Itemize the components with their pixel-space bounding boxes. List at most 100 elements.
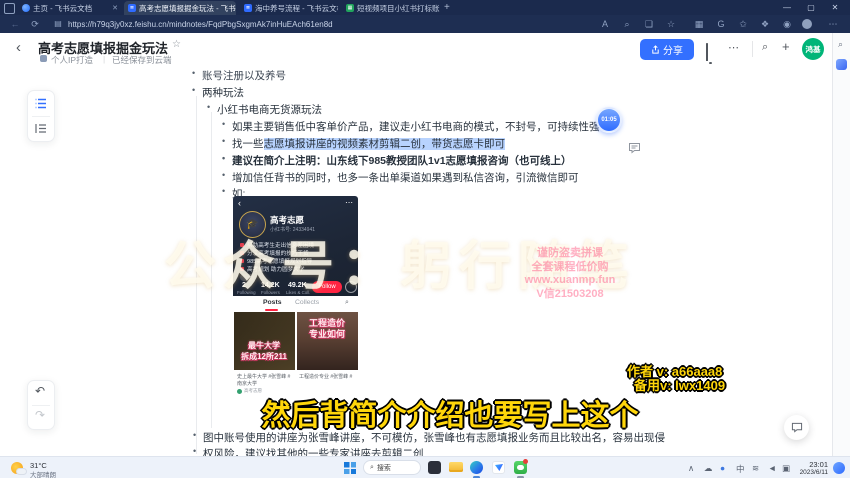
start-button[interactable] [344, 462, 356, 474]
share-button[interactable]: 分享 [640, 39, 694, 60]
clock-time[interactable]: 23:01 [798, 460, 828, 469]
stat-value: 14.2K [261, 282, 280, 289]
outline-tool-card [27, 90, 55, 142]
tray-app-icon[interactable]: ● [720, 463, 725, 473]
outline-item[interactable]: 增加信任背书的同时，也多一条出单渠道如果遇到私信咨询，引流微信即可 [232, 170, 579, 185]
doc-back-icon[interactable]: ‹ [16, 39, 21, 56]
sidebar-search-icon[interactable]: ⌕ [838, 39, 843, 50]
taskbar-weather-desc[interactable]: 大部晴朗 [30, 469, 56, 478]
read-aloud-icon[interactable]: A [598, 15, 612, 33]
indent-structure-icon[interactable] [35, 123, 47, 134]
create-new-icon[interactable]: + [782, 39, 790, 54]
tray-chevron-icon[interactable]: ∧ [688, 463, 694, 474]
page-info-icon[interactable]: ▤ [52, 15, 64, 33]
indent-guide [196, 96, 197, 454]
chat-app-icon[interactable] [514, 461, 527, 474]
tab-home[interactable]: 主页 - 飞书云文档 ✕ [18, 1, 122, 15]
notification-center-icon[interactable] [833, 462, 845, 474]
window-close-button[interactable]: ✕ [824, 0, 846, 15]
stat-value: 49.2K [288, 282, 307, 289]
tab-doc-2[interactable]: ≣ 海中养号流程 - 飞书云文档 ✕ [240, 1, 338, 15]
pinned-app-icon[interactable] [428, 461, 441, 474]
new-tab-button[interactable]: + [444, 0, 450, 15]
space-icon [40, 55, 47, 62]
redo-icon[interactable]: ↷ [35, 408, 45, 422]
post-thumbnail: 最牛大学 拆成12所211 [234, 312, 295, 370]
card-divider [32, 405, 50, 406]
wallet-icon[interactable]: ❖ [758, 15, 772, 33]
tab-sheet[interactable]: ▦ 短视频项目小红书打标账号汇总… ✕ [342, 1, 440, 15]
undo-icon[interactable]: ↶ [35, 384, 45, 398]
tray-camera-icon[interactable]: ▣ [782, 463, 790, 474]
outline-item[interactable]: 如果主要销售低中客单价产品，建议走小红书电商的模式，不封号，可持续性强 [232, 119, 600, 134]
url-text[interactable]: https://h79q3jy0xz.feishu.cn/mindnotes/F… [68, 20, 333, 29]
taskbar-search-label: 搜索 [377, 463, 391, 473]
profile-message-icon [345, 281, 357, 293]
voice-timestamp-bubble[interactable]: 01:05 [596, 107, 622, 133]
search-icon[interactable]: ⌕ [762, 41, 768, 54]
browser-more-icon[interactable]: ⋯ [826, 15, 840, 33]
bio-marker [240, 259, 244, 263]
star-icon[interactable]: ☆ [172, 39, 181, 50]
outline-item[interactable]: 建议在简介上注明：山东线下985教授团队1v1志愿填报咨询（也可线上） [232, 153, 572, 168]
refresh-icon[interactable]: ⟳ [28, 15, 42, 33]
header-divider-line [752, 41, 753, 57]
sidebar-shopping-icon[interactable] [836, 59, 847, 70]
space-label[interactable]: 个人IP打造 [51, 54, 93, 66]
window-minimize-button[interactable]: — [776, 0, 798, 15]
posts-tab: Posts [263, 299, 282, 306]
profile-avatar: 🎓 [239, 211, 266, 238]
help-float-button[interactable] [784, 415, 809, 440]
card-divider [32, 116, 50, 117]
bell-icon[interactable] [706, 43, 708, 61]
comment-icon[interactable] [628, 142, 641, 154]
outline-item[interactable]: 两种玩法 [202, 85, 244, 100]
browser-tab-strip: 主页 - 飞书云文档 ✕ ≣ 高考志愿填报掘金玩法 - 飞书云… ✕ ≣ 海中养… [0, 0, 850, 15]
collections-icon[interactable]: ✩ [736, 15, 750, 33]
highlighted-text: 志愿填报讲座的视频素材剪辑二创，带货志愿卡即可 [264, 138, 506, 150]
translate-icon[interactable]: G [714, 15, 728, 33]
stat-label: Following [237, 290, 256, 295]
clock-date[interactable]: 2023/6/11 [790, 469, 828, 476]
header-more-icon[interactable]: ⋯ [728, 41, 739, 54]
split-screen-icon[interactable]: ❏ [642, 15, 656, 33]
taskbar: 31°C 大部晴朗 ⌕ 搜索 ∧ ☁ ● 中 ≋ ◄ ▣ 23:01 2023/… [0, 456, 850, 478]
stat-label: Likes & Coll. [286, 290, 310, 295]
outline-item[interactable]: 小红书电商无货源玩法 [217, 102, 322, 117]
profile-search-icon: ⌕ [345, 299, 349, 307]
tray-ime-icon[interactable]: 中 [736, 463, 745, 475]
window-maximize-button[interactable]: ▢ [800, 0, 822, 15]
feishu-sheet-icon: ▦ [346, 4, 354, 12]
feishu-app-icon[interactable] [492, 461, 505, 474]
browser-essentials-icon[interactable]: ▦ [692, 15, 706, 33]
share-icon [651, 45, 660, 54]
tray-volume-icon[interactable]: ◄ [768, 463, 776, 473]
tray-cloud-icon[interactable]: ☁ [704, 463, 713, 474]
post-thumbnail: 工程造价 专业如何 [297, 312, 358, 370]
favorite-icon[interactable]: ☆ [664, 15, 678, 33]
bio-line: 985高考志愿填报规划指导 [247, 257, 312, 265]
taskbar-search[interactable]: ⌕ 搜索 [363, 460, 421, 475]
tray-network-icon[interactable]: ≋ [752, 463, 759, 474]
outline-item[interactable]: 账号注册以及养号 [202, 68, 286, 83]
profile-icon[interactable] [802, 19, 812, 29]
mindnote-list-icon[interactable] [35, 98, 47, 109]
file-explorer-icon[interactable] [449, 462, 463, 472]
edge-browser-icon[interactable] [470, 461, 483, 474]
back-icon[interactable]: ← [8, 15, 22, 33]
posts-tab-underline [265, 309, 278, 311]
stat-value: 2 [242, 282, 246, 289]
find-icon[interactable]: ⌕ [620, 15, 634, 33]
extensions-icon[interactable]: ◉ [780, 15, 794, 33]
post-caption: 史上最牛大学 #张雪峰 # [237, 373, 290, 380]
post-title: 拆成12所211 [234, 351, 295, 362]
profile-id: 小红书号: 24334941 [270, 226, 315, 233]
tab-list-icon[interactable] [4, 3, 15, 14]
indent-guide [211, 112, 212, 428]
outline-item[interactable]: 找一些志愿填报讲座的视频素材剪辑二创，带货志愿卡即可 [232, 136, 505, 151]
user-avatar[interactable]: 鸿基 [802, 38, 824, 60]
bio-line: 帮助高考生走出信息差困境 [247, 241, 314, 249]
tab-close-icon[interactable]: ✕ [109, 4, 118, 12]
tab-current-doc[interactable]: ≣ 高考志愿填报掘金玩法 - 飞书云… ✕ [124, 1, 236, 15]
embedded-profile-image[interactable]: ‹ ⋯ 🎓 高考志愿 小红书号: 24334941 帮助高考生走出信息差困境 分… [233, 196, 358, 409]
